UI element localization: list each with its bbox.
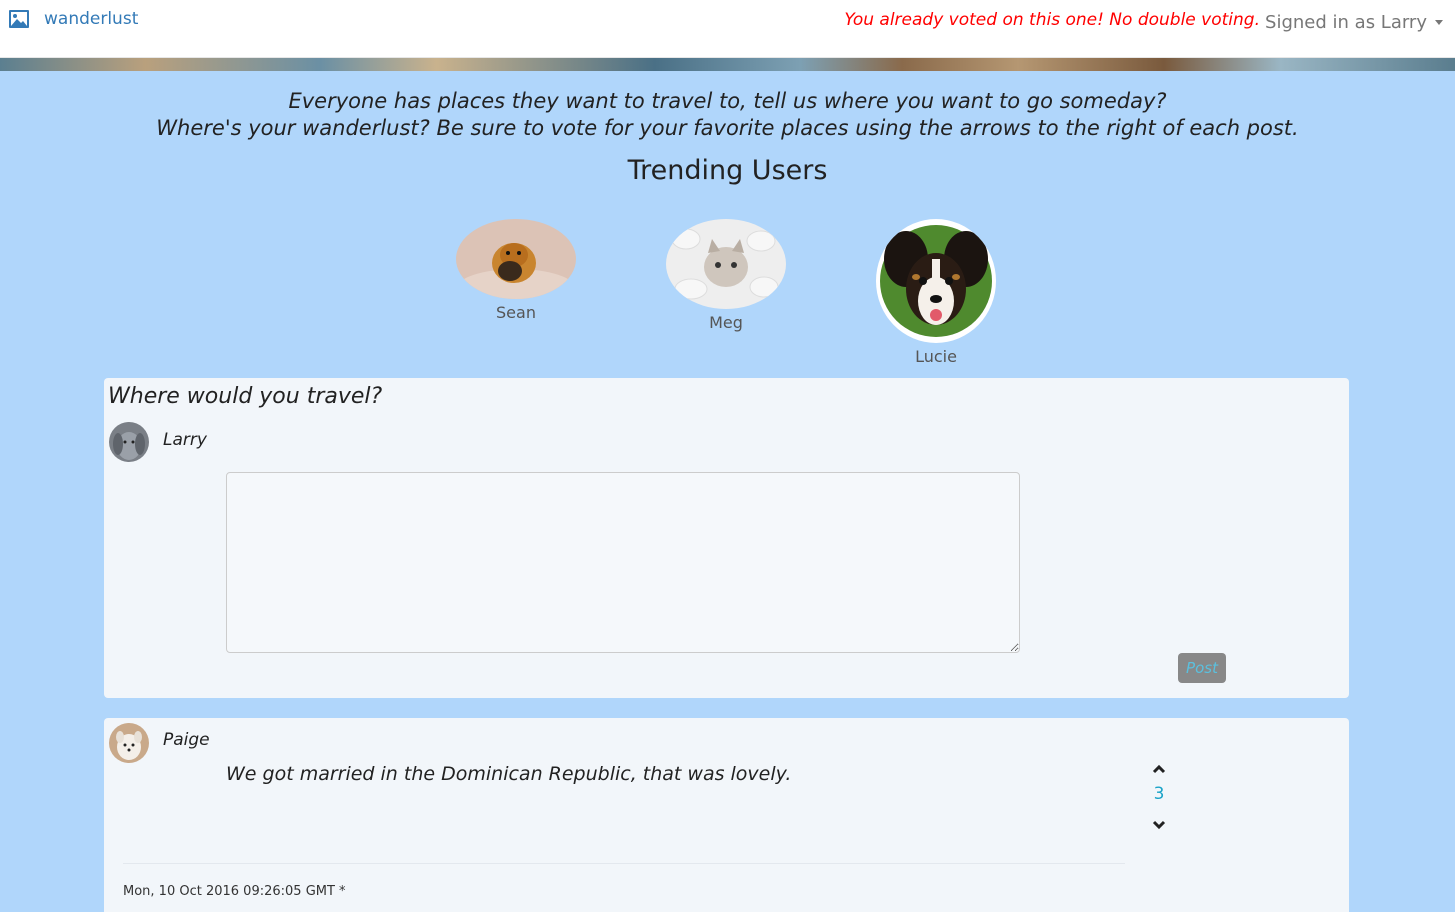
trending-title: Trending Users [627,155,828,186]
image-icon [9,10,29,28]
compose-title: Where would you travel? [108,384,383,409]
intro-line-2: Where's your wanderlust? Be sure to vote… [156,116,1299,140]
compose-card: Where would you travel? Larry Post [104,378,1349,698]
brand-link[interactable]: wanderlust [8,9,138,29]
post-card: Paige We got married in the Dominican Re… [104,718,1349,912]
post-button[interactable]: Post [1178,653,1226,683]
vote-alert: You already voted on this one! No double… [844,10,1260,30]
vote-count[interactable]: 3 [1149,784,1169,804]
upvote-arrow-icon[interactable] [1149,762,1169,776]
avatar [109,723,149,763]
post-timestamp: Mon, 10 Oct 2016 09:26:05 GMT * [123,884,346,899]
vote-control: 3 [1149,762,1169,832]
trending-user-meg[interactable]: Meg [666,219,786,332]
divider [123,863,1125,864]
post-text: We got married in the Dominican Republic… [226,763,792,785]
trending-user-name: Sean [496,303,536,322]
banner-image [0,58,1455,71]
post-author-name: Paige [163,730,210,750]
trending-user-lucie[interactable]: Lucie [876,219,996,366]
downvote-arrow-icon[interactable] [1149,818,1169,832]
avatar [666,219,786,309]
caret-down-icon [1435,20,1443,25]
avatar [109,422,149,462]
user-menu-toggle[interactable]: Signed in as Larry [1265,12,1443,33]
intro-line-1: Everyone has places they want to travel … [288,89,1167,113]
avatar [456,219,576,299]
post-textarea[interactable] [226,472,1020,653]
navbar: wanderlust You already voted on this one… [0,0,1455,58]
compose-author-name: Larry [163,430,207,450]
signed-in-label: Signed in as Larry [1265,12,1427,33]
brand-label: wanderlust [44,9,139,29]
trending-user-name: Lucie [915,347,957,366]
trending-user-sean[interactable]: Sean [456,219,576,322]
intro-text: Everyone has places they want to travel … [0,88,1455,142]
avatar [876,219,996,343]
trending-user-name: Meg [709,313,743,332]
